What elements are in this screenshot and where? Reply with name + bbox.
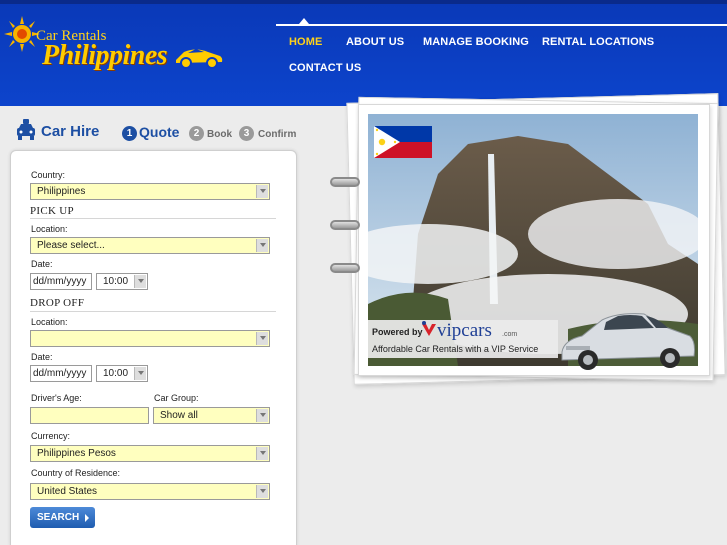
residence-select[interactable]: United States	[30, 483, 270, 500]
dropoff-location-label: Location:	[31, 317, 68, 327]
age-label: Driver's Age:	[31, 393, 82, 403]
country-select[interactable]: Philippines	[30, 183, 270, 200]
chevron-down-icon	[260, 413, 266, 417]
nav-home[interactable]: HOME	[289, 36, 322, 48]
pickup-location-select[interactable]: Please select...	[30, 237, 270, 254]
step-2-label: Book	[207, 129, 232, 140]
arrow-right-icon	[85, 514, 89, 522]
dropoff-date-label: Date:	[31, 352, 53, 362]
chevron-down-icon	[260, 451, 266, 455]
age-input[interactable]	[30, 407, 149, 424]
chevron-down-icon	[260, 489, 266, 493]
logo-main-text[interactable]: Philippines	[42, 40, 168, 72]
pickup-date-input[interactable]: dd/mm/yyyy	[30, 273, 92, 290]
step-1-number: 1	[122, 126, 137, 141]
silver-sedan-car	[561, 313, 695, 370]
pickup-location-value: Please select...	[37, 240, 105, 251]
nav-divider	[276, 24, 727, 26]
search-button[interactable]: SEARCH	[30, 507, 95, 528]
pickup-date-label: Date:	[31, 259, 53, 269]
pickup-time-select[interactable]: 10:00	[96, 273, 148, 290]
dropoff-date-value: dd/mm/yyyy	[33, 368, 87, 379]
pickup-heading: PICK UP	[30, 205, 74, 217]
sun-logo-icon	[4, 16, 40, 52]
nav-manage-booking[interactable]: MANAGE BOOKING	[423, 36, 529, 48]
nav-active-pointer	[299, 18, 309, 24]
vipcars-tagline: Affordable Car Rentals with a VIP Servic…	[372, 344, 539, 354]
car-group-label: Car Group:	[154, 393, 199, 403]
logo-car-icon	[176, 49, 223, 69]
car-group-value: Show all	[160, 410, 198, 421]
pickup-location-label: Location:	[31, 224, 68, 234]
page: { "logo": { "top_text": "Car Rentals", "…	[0, 0, 727, 545]
step-3-number: 3	[239, 126, 254, 141]
residence-label: Country of Residence:	[31, 468, 121, 478]
step-2-number: 2	[189, 126, 204, 141]
pickup-time-value: 10:00	[103, 276, 129, 287]
binder-ring	[330, 220, 360, 230]
dropoff-time-select[interactable]: 10:00	[96, 365, 148, 382]
car-hire-title: Car Hire	[41, 123, 100, 140]
step-3-label: Confirm	[258, 129, 297, 140]
dropoff-divider	[30, 311, 276, 312]
nav-rental-locations[interactable]: RENTAL LOCATIONS	[542, 36, 654, 48]
vipcars-brand[interactable]: vipcars	[437, 320, 492, 342]
chevron-down-icon	[138, 371, 144, 375]
country-value: Philippines	[37, 186, 86, 197]
search-button-label: SEARCH	[37, 512, 80, 523]
residence-value: United States	[37, 486, 98, 497]
step-1-label: Quote	[139, 124, 180, 140]
vipcars-suffix: .com	[502, 331, 518, 338]
pickup-divider	[30, 218, 276, 219]
vipcars-logo-icon	[422, 321, 436, 336]
dropoff-date-input[interactable]: dd/mm/yyyy	[30, 365, 92, 382]
philippines-flag-icon	[374, 126, 432, 158]
car-group-select[interactable]: Show all	[153, 407, 270, 424]
dropoff-location-select[interactable]	[30, 330, 270, 347]
dropoff-time-value: 10:00	[103, 368, 129, 379]
binder-ring	[330, 263, 360, 273]
chevron-down-icon	[260, 243, 266, 247]
pickup-date-value: dd/mm/yyyy	[33, 276, 87, 287]
chevron-down-icon	[260, 189, 266, 193]
currency-select[interactable]: Philippines Pesos	[30, 445, 270, 462]
car-hire-icon	[17, 119, 35, 140]
currency-label: Currency:	[31, 431, 71, 441]
country-label: Country:	[31, 170, 66, 180]
nav-contact-us[interactable]: CONTACT US	[289, 62, 361, 74]
dropoff-heading: DROP OFF	[30, 297, 85, 309]
chevron-down-icon	[260, 336, 266, 340]
nav-about-us[interactable]: ABOUT US	[346, 36, 404, 48]
powered-by-text: Powered by	[372, 327, 423, 337]
chevron-down-icon	[138, 279, 144, 283]
currency-value: Philippines Pesos	[37, 448, 116, 459]
binder-ring	[330, 177, 360, 187]
